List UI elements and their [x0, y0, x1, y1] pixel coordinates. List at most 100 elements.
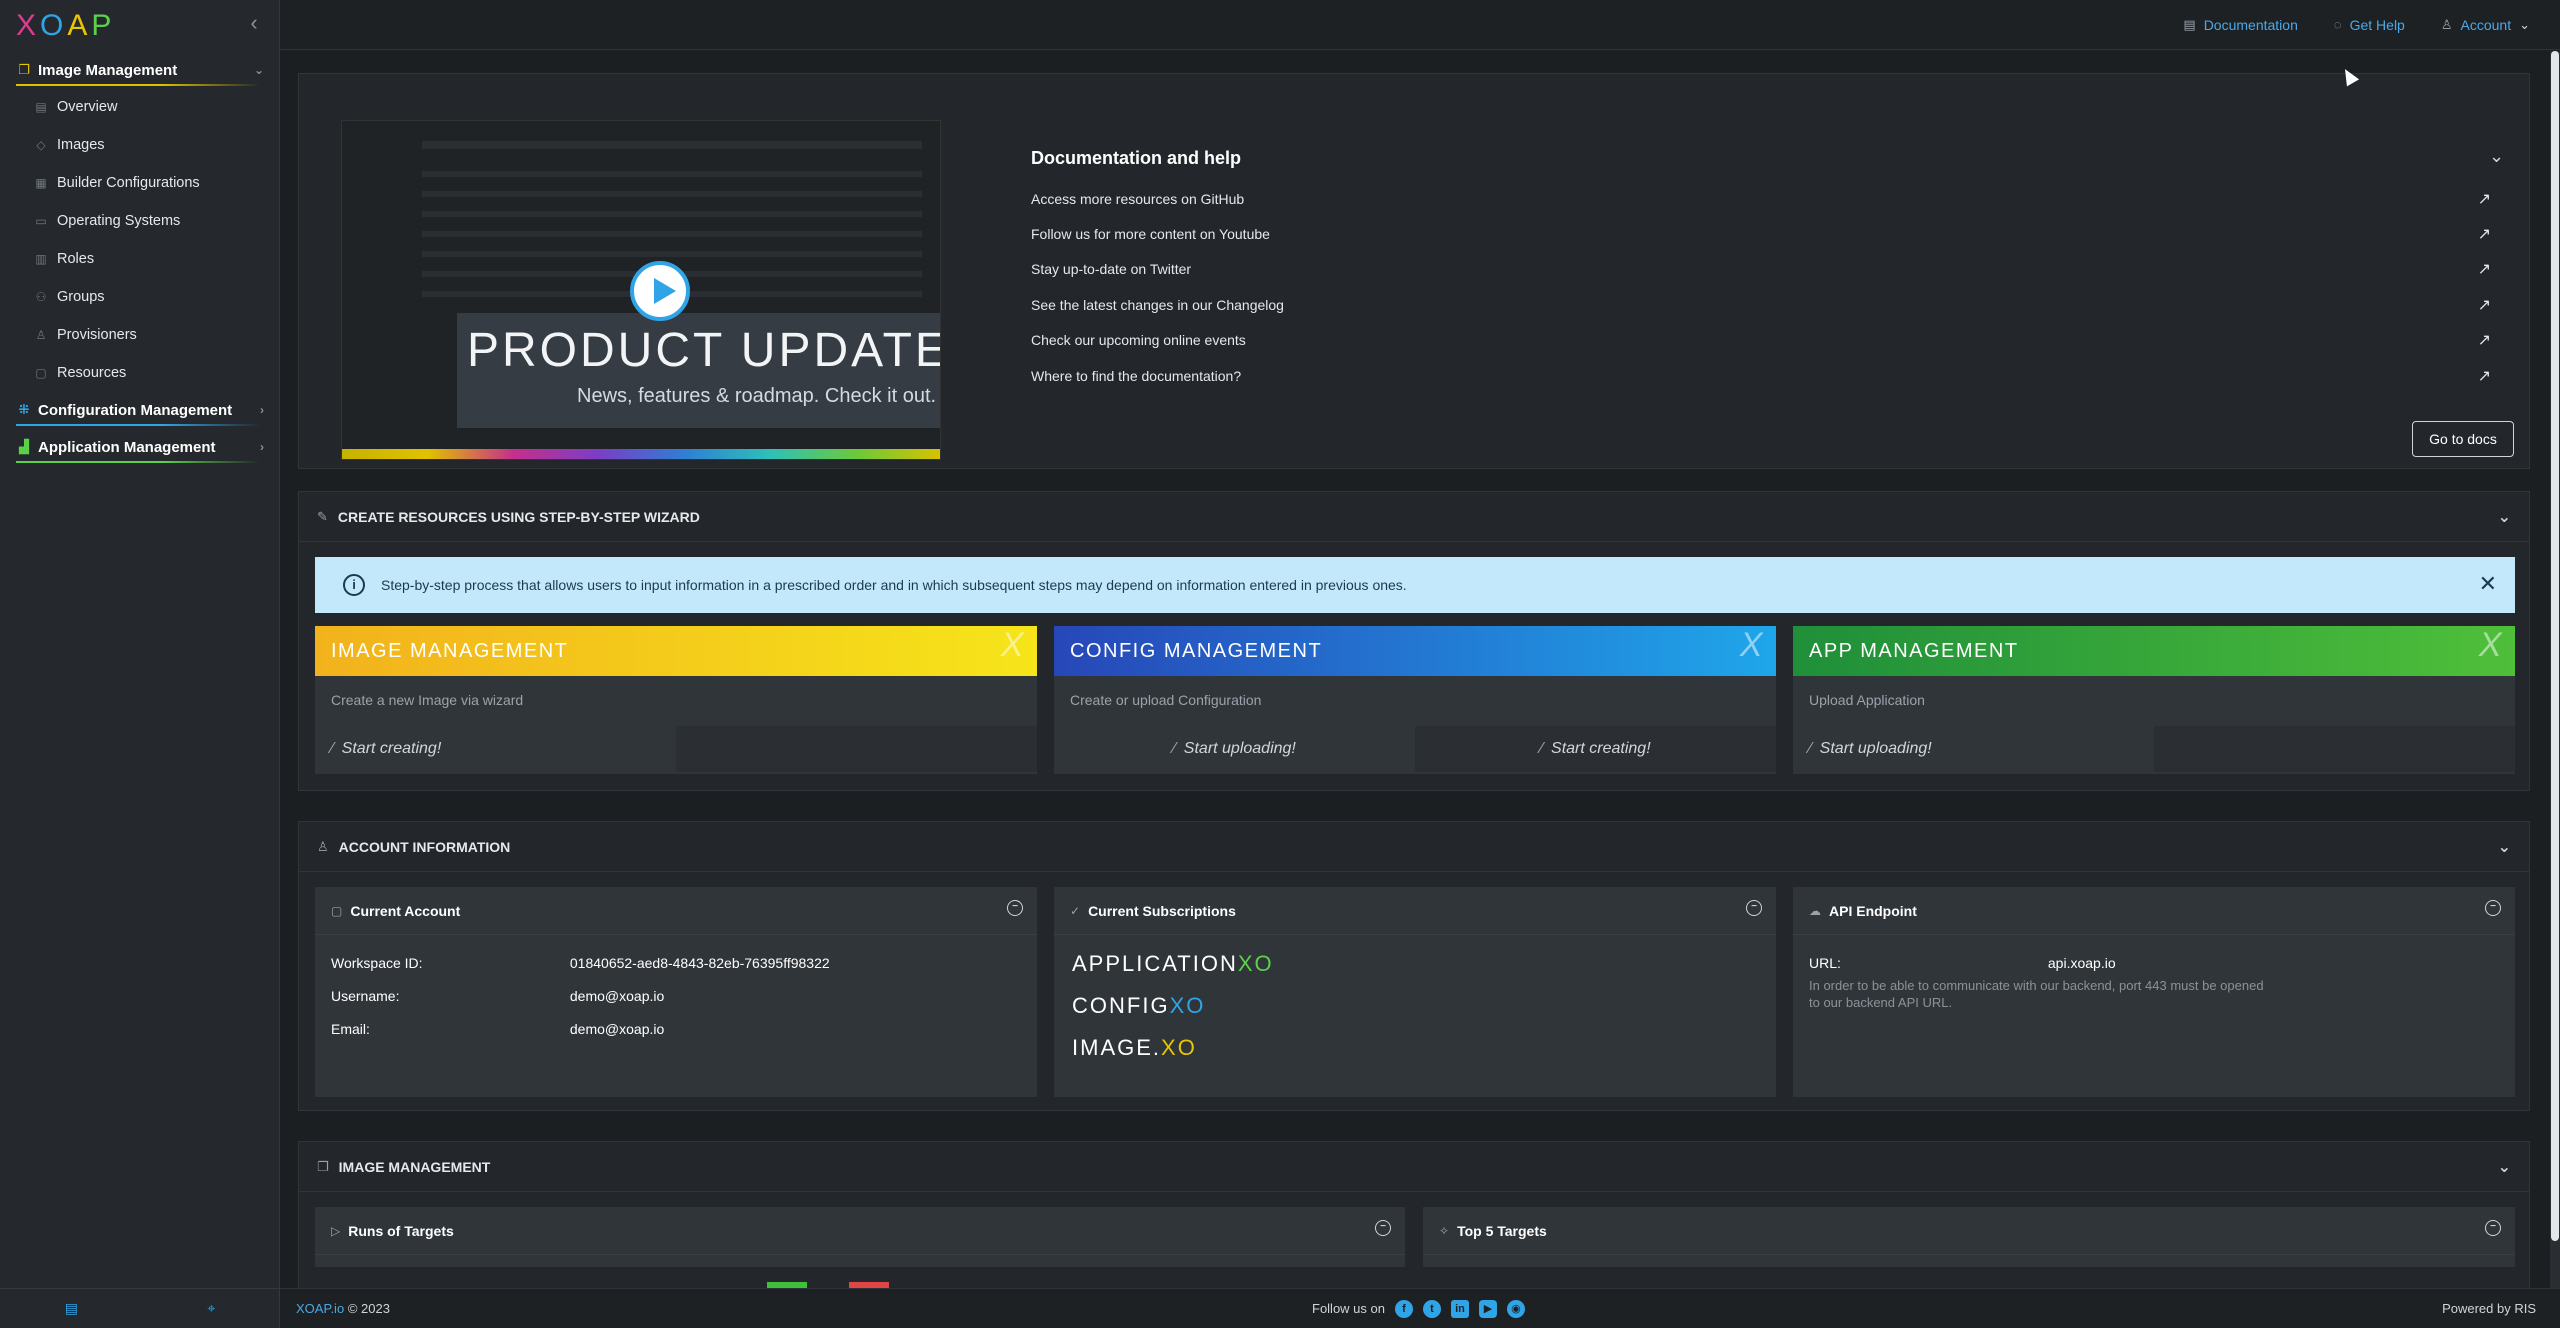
sparkle-icon: ✧: [1439, 1223, 1450, 1238]
chevron-down-icon[interactable]: ⌄: [2498, 1157, 2511, 1177]
doc-link-label: Access more resources on GitHub: [1031, 191, 1245, 207]
image-mgmt-header[interactable]: ❐ IMAGE MANAGEMENT ⌄: [299, 1142, 2529, 1192]
chevron-down-icon: ⌄: [253, 63, 264, 77]
start-creating-config-button[interactable]: ⁄ Start creating!: [1415, 726, 1776, 772]
github-icon[interactable]: ◉: [1506, 1299, 1525, 1318]
youtube-icon[interactable]: ▶: [1478, 1299, 1497, 1318]
doc-link-changelog[interactable]: See the latest changes in our Changelog …: [1031, 293, 2511, 317]
chevron-down-icon[interactable]: ⌄: [2498, 507, 2511, 527]
start-creating-image-button[interactable]: ⁄ Start creating!: [315, 726, 676, 772]
play-icon[interactable]: [630, 261, 690, 321]
collapse-chevron-icon[interactable]: ⌄: [2489, 146, 2504, 167]
chevron-down-icon[interactable]: ⌄: [2498, 837, 2511, 857]
email-label: Email:: [331, 1021, 370, 1037]
subscription-suffix: XO: [1237, 951, 1274, 976]
wizard-card-title: CONFIG MANAGEMENT: [1070, 639, 1323, 662]
sidebar-item-provisioners[interactable]: ♙ Provisioners: [0, 316, 280, 354]
sidebar-group-application-management[interactable]: ▟ Application Management ›: [0, 429, 280, 465]
sidebar-item-label: Operating Systems: [57, 213, 181, 229]
sidebar-group-image-management[interactable]: ❐ Image Management ⌄: [0, 52, 280, 88]
minimize-icon[interactable]: −: [1007, 900, 1023, 916]
doc-link-documentation[interactable]: Where to find the documentation? ↗: [1031, 364, 2511, 388]
doc-link-label: Check our upcoming online events: [1031, 332, 1246, 348]
wizard-action-spacer: [2154, 726, 2515, 772]
sidebar-item-resources[interactable]: ▢ Resources: [0, 354, 280, 392]
resources-icon: ▢: [35, 366, 47, 380]
workspace-label: Workspace ID:: [331, 955, 423, 971]
minimize-icon[interactable]: −: [2485, 1220, 2501, 1236]
user-icon: ♙: [2440, 16, 2453, 32]
doc-help-title: Documentation and help: [1031, 148, 1242, 168]
wizard-header[interactable]: ✎ CREATE RESOURCES USING STEP-BY-STEP WI…: [299, 492, 2529, 542]
doc-link-twitter[interactable]: Stay up-to-date on Twitter ↗: [1031, 257, 2511, 281]
subscription-name: APPLICATION: [1072, 951, 1238, 976]
image-mgmt-title: IMAGE MANAGEMENT: [338, 1158, 491, 1175]
book-icon: ▤: [2183, 16, 2196, 32]
api-title: API Endpoint: [1829, 902, 1917, 919]
cloud-icon: ☁: [1809, 903, 1821, 918]
go-to-docs-button[interactable]: Go to docs: [2412, 421, 2514, 457]
username-value: demo@xoap.io: [569, 988, 665, 1004]
main-scrollbar[interactable]: [2550, 51, 2560, 1288]
close-icon[interactable]: ✕: [2479, 571, 2497, 597]
location-pin-icon[interactable]: ⌖: [207, 1300, 215, 1317]
scrollbar-thumb[interactable]: [2551, 51, 2559, 1241]
account-title: ACCOUNT INFORMATION: [338, 838, 511, 855]
subscriptions-header: ✓ Current Subscriptions −: [1054, 887, 1776, 935]
subscriptions-title: Current Subscriptions: [1088, 902, 1236, 919]
subscription-name: CONFIG: [1072, 993, 1170, 1018]
documentation-link[interactable]: ▤ Documentation: [2183, 17, 2297, 33]
thumb-row: [422, 171, 922, 177]
wand-icon: ⁄: [1809, 740, 1812, 757]
collapse-sidebar-chevron-left-icon[interactable]: ‹: [244, 12, 264, 36]
video-subtitle: News, features & roadmap. Check it out.: [577, 385, 937, 407]
roles-icon: ▥: [35, 252, 47, 266]
sidebar-group-configuration-management[interactable]: ⁜ Configuration Management ›: [0, 392, 280, 428]
doc-link-events[interactable]: Check our upcoming online events ↗: [1031, 328, 2511, 352]
wizard-card-title: IMAGE MANAGEMENT: [331, 639, 569, 662]
documentation-label: Documentation: [2203, 16, 2298, 33]
api-url-label: URL:: [1809, 955, 1841, 971]
sidebar-item-label: Resources: [57, 365, 127, 381]
sidebar-item-groups[interactable]: ⚇ Groups: [0, 278, 280, 316]
sidebar-item-builder-configurations[interactable]: ▦ Builder Configurations: [0, 164, 280, 202]
layout-icon[interactable]: ▤: [65, 1300, 78, 1317]
start-uploading-app-button[interactable]: ⁄ Start uploading!: [1793, 726, 2154, 772]
doc-link-label: Where to find the documentation?: [1031, 368, 1242, 384]
twitter-icon[interactable]: t: [1422, 1299, 1441, 1318]
user-icon: ♙: [317, 838, 329, 854]
id-card-icon: ▢: [331, 903, 343, 918]
wizard-card-app-management: APP MANAGEMENT X Upload Application ⁄ St…: [1793, 626, 2515, 774]
sidebar-item-roles[interactable]: ▥ Roles: [0, 240, 280, 278]
runs-title: Runs of Targets: [348, 1222, 454, 1239]
facebook-icon[interactable]: f: [1394, 1299, 1413, 1318]
sidebar-item-overview[interactable]: ▤ Overview: [0, 88, 280, 126]
sidebar-item-images[interactable]: ◇ Images: [0, 126, 280, 164]
images-icon: ◇: [36, 138, 46, 152]
minimize-icon[interactable]: −: [1746, 900, 1762, 916]
doc-link-youtube[interactable]: Follow us for more content on Youtube ↗: [1031, 222, 2511, 246]
sidebar-item-operating-systems[interactable]: ▭ Operating Systems: [0, 202, 280, 240]
wand-icon: ⁄: [331, 740, 334, 757]
wizard-card-config-management: CONFIG MANAGEMENT X Create or upload Con…: [1054, 626, 1776, 774]
account-menu[interactable]: ♙ Account ⌄: [2441, 17, 2530, 33]
api-url-value[interactable]: api.xoap.io: [2048, 955, 2116, 971]
builder-icon: ▦: [35, 176, 47, 190]
minimize-icon[interactable]: −: [2485, 900, 2501, 916]
footer-brand-link[interactable]: XOAP.io: [296, 1301, 344, 1316]
doc-link-github[interactable]: Access more resources on GitHub ↗: [1031, 187, 2511, 211]
current-subscriptions-panel: ✓ Current Subscriptions − APPLICATIONXO …: [1054, 887, 1776, 1097]
linkedin-icon[interactable]: in: [1450, 1299, 1469, 1318]
top-5-targets-panel: ✧ Top 5 Targets −: [1423, 1207, 2515, 1267]
product-updates-video[interactable]: PRODUCT UPDATES News, features & roadmap…: [341, 120, 941, 460]
info-icon: i: [343, 574, 365, 596]
start-uploading-config-button[interactable]: ⁄ Start uploading!: [1054, 726, 1415, 772]
wizard-action-spacer: [676, 726, 1037, 772]
subscription-imagexo: IMAGE.XO: [1072, 1035, 1197, 1061]
xo-watermark-icon: X: [1739, 626, 1764, 664]
get-help-link[interactable]: ◌ Get Help: [2334, 17, 2405, 33]
xoap-logo[interactable]: X O A P: [16, 9, 115, 42]
minimize-icon[interactable]: −: [1375, 1220, 1391, 1236]
topbar: ▤ Documentation ◌ Get Help ♙ Account ⌄: [280, 0, 2560, 50]
account-header[interactable]: ♙ ACCOUNT INFORMATION ⌄: [299, 822, 2529, 872]
